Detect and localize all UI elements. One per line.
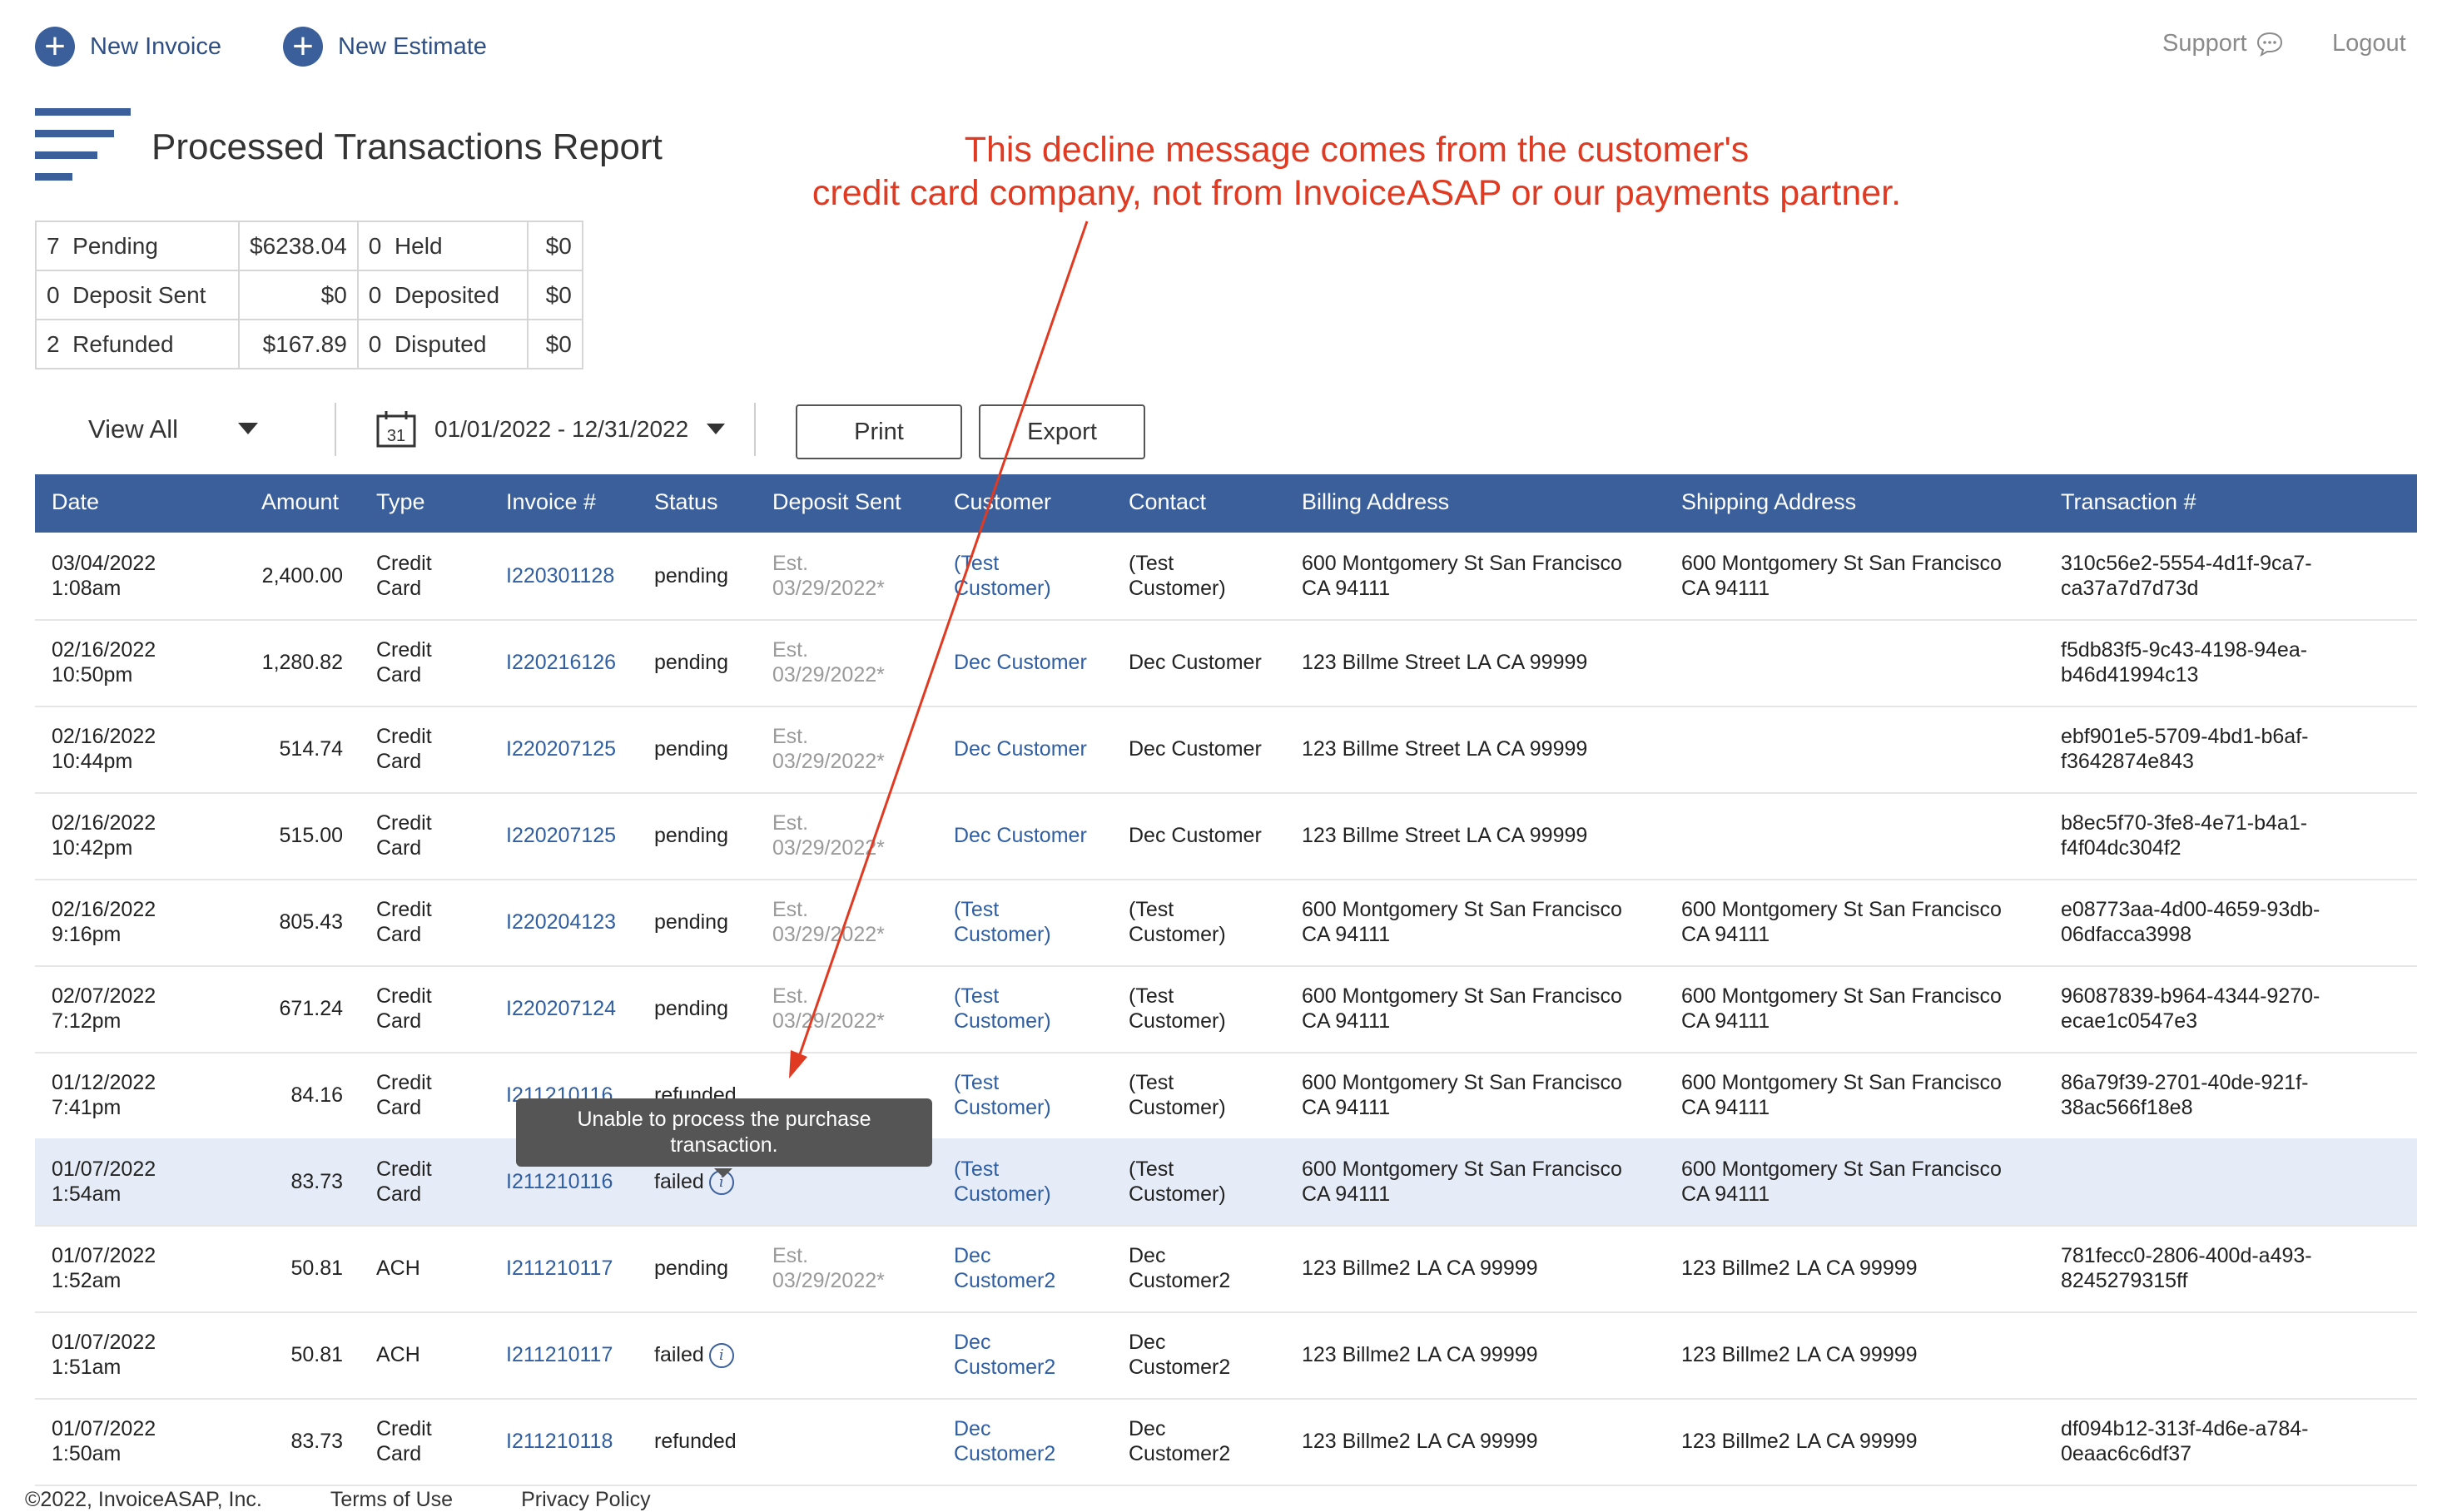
footer-copyright: ©2022, InvoiceASAP, Inc. [25, 1488, 262, 1511]
privacy-link[interactable]: Privacy Policy [521, 1488, 651, 1512]
terms-link[interactable]: Terms of Use [330, 1488, 453, 1512]
footer: ©2022, InvoiceASAP, Inc. Terms of Use Pr… [25, 1488, 651, 1512]
annotation-arrow [789, 221, 1089, 1078]
